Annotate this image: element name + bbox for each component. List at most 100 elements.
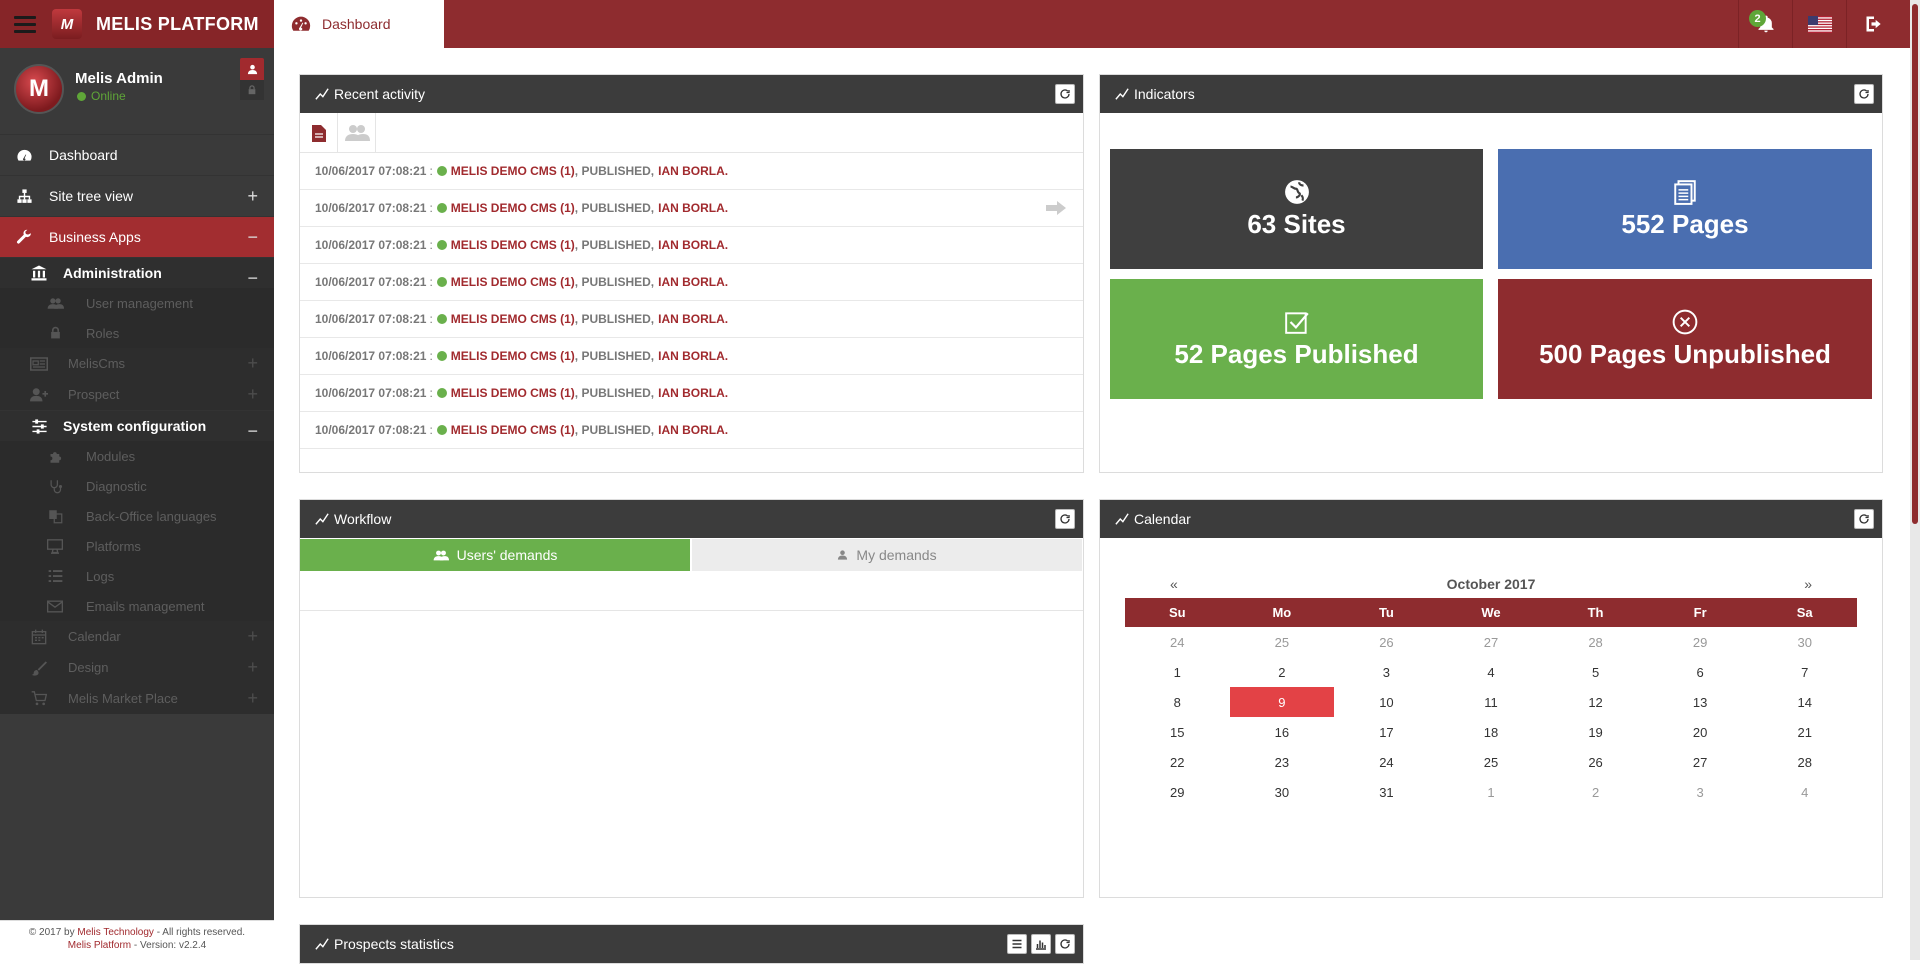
sidebar-item-meliscms[interactable]: MelisCms + [0,348,274,379]
calendar-day[interactable]: 16 [1230,717,1335,747]
activity-site-link[interactable]: MELIS DEMO CMS (1) [451,164,575,178]
notifications-button[interactable]: 2 [1738,0,1792,48]
scrollbar-thumb[interactable] [1912,4,1918,524]
expand-icon[interactable]: + [247,626,258,647]
activity-site-link[interactable]: MELIS DEMO CMS (1) [451,423,575,437]
collapse-icon[interactable]: − [247,421,258,442]
activity-row[interactable]: 10/06/2017 07:08:21: MELIS DEMO CMS (1), … [300,375,1083,412]
collapse-icon[interactable]: − [247,268,258,289]
language-flag-button[interactable] [1792,0,1846,48]
calendar-day[interactable]: 15 [1125,717,1230,747]
activity-user-link[interactable]: IAN BORLA. [658,423,728,437]
sidebar-item-business-apps[interactable]: Business Apps − [0,216,274,257]
calendar-day[interactable]: 25 [1230,627,1335,657]
expand-icon[interactable]: + [247,353,258,374]
user-profile-button[interactable] [240,58,264,80]
activity-user-link[interactable]: IAN BORLA. [658,164,728,178]
calendar-next-button[interactable]: » [1804,576,1812,592]
calendar-day[interactable]: 28 [1543,627,1648,657]
activity-row[interactable]: 10/06/2017 07:08:21: MELIS DEMO CMS (1), … [300,301,1083,338]
indicator-unpublished-tile[interactable]: 500 Pages Unpublished [1498,279,1872,399]
calendar-day[interactable]: 2 [1543,777,1648,807]
activity-site-link[interactable]: MELIS DEMO CMS (1) [451,238,575,252]
workflow-refresh-button[interactable] [1055,509,1075,529]
sidebar-item-diagnostic[interactable]: Diagnostic [0,471,274,501]
activity-site-link[interactable]: MELIS DEMO CMS (1) [451,312,575,326]
tab-my-demands[interactable]: My demands [692,539,1082,571]
activity-row[interactable]: 10/06/2017 07:08:21: MELIS DEMO CMS (1), … [300,412,1083,449]
activity-row[interactable]: 10/06/2017 07:08:21: MELIS DEMO CMS (1), … [300,338,1083,375]
calendar-day[interactable]: 25 [1439,747,1544,777]
calendar-day[interactable]: 23 [1230,747,1335,777]
calendar-refresh-button[interactable] [1854,509,1874,529]
calendar-day[interactable]: 27 [1648,747,1753,777]
calendar-day[interactable]: 3 [1648,777,1753,807]
calendar-day[interactable]: 29 [1125,777,1230,807]
calendar-day[interactable]: 2 [1230,657,1335,687]
calendar-day[interactable]: 24 [1125,627,1230,657]
calendar-prev-button[interactable]: « [1170,576,1178,592]
activity-user-link[interactable]: IAN BORLA. [658,312,728,326]
activity-user-link[interactable]: IAN BORLA. [658,201,728,215]
logout-button[interactable] [1846,0,1900,48]
calendar-day[interactable]: 4 [1439,657,1544,687]
sidebar-item-emails-management[interactable]: Emails management [0,591,274,621]
calendar-day-today[interactable]: 9 [1229,687,1335,717]
sidebar-item-prospect[interactable]: Prospect + [0,379,274,410]
calendar-day[interactable]: 24 [1334,747,1439,777]
indicator-published-tile[interactable]: 52 Pages Published [1110,279,1483,399]
prospects-chart-view-button[interactable] [1031,934,1051,954]
calendar-day[interactable]: 8 [1125,687,1230,717]
activity-user-link[interactable]: IAN BORLA. [658,275,728,289]
calendar-day[interactable]: 6 [1648,657,1753,687]
activity-site-link[interactable]: MELIS DEMO CMS (1) [451,386,575,400]
calendar-day[interactable]: 3 [1334,657,1439,687]
sidebar-item-system-configuration[interactable]: System configuration − [0,410,274,441]
sidebar-item-user-management[interactable]: User management [0,288,274,318]
sidebar-item-dashboard[interactable]: Dashboard [0,134,274,175]
calendar-day[interactable]: 20 [1648,717,1753,747]
calendar-day[interactable]: 18 [1439,717,1544,747]
sidebar-item-administration[interactable]: Administration − [0,257,274,288]
expand-icon[interactable]: + [247,657,258,678]
calendar-day[interactable]: 10 [1334,687,1439,717]
tab-users-demands[interactable]: Users' demands [300,539,690,571]
hamburger-menu-icon[interactable] [14,15,36,33]
avatar[interactable]: M [14,64,64,114]
calendar-day[interactable]: 11 [1439,687,1544,717]
activity-user-link[interactable]: IAN BORLA. [658,386,728,400]
prospects-refresh-button[interactable] [1055,934,1075,954]
tab-dashboard[interactable]: Dashboard [274,0,444,48]
calendar-day[interactable]: 30 [1230,777,1335,807]
calendar-day[interactable]: 31 [1334,777,1439,807]
activity-site-link[interactable]: MELIS DEMO CMS (1) [451,201,575,215]
sidebar-item-back-office-languages[interactable]: Back-Office languages [0,501,274,531]
page-scrollbar[interactable] [1910,0,1920,960]
collapse-icon[interactable]: − [247,227,258,248]
expand-icon[interactable]: + [247,688,258,709]
calendar-day[interactable]: 5 [1543,657,1648,687]
activity-site-link[interactable]: MELIS DEMO CMS (1) [451,275,575,289]
activity-user-link[interactable]: IAN BORLA. [658,238,728,252]
lock-screen-button[interactable] [240,80,264,100]
calendar-day[interactable]: 29 [1648,627,1753,657]
indicator-pages-tile[interactable]: 552 Pages [1498,149,1872,269]
prospects-list-view-button[interactable] [1007,934,1027,954]
calendar-day[interactable]: 28 [1752,747,1857,777]
arrow-right-icon[interactable] [1045,200,1067,216]
sidebar-item-calendar[interactable]: Calendar + [0,621,274,652]
calendar-day[interactable]: 22 [1125,747,1230,777]
activity-site-link[interactable]: MELIS DEMO CMS (1) [451,349,575,363]
expand-icon[interactable]: + [247,186,258,207]
calendar-day[interactable]: 7 [1752,657,1857,687]
calendar-day[interactable]: 26 [1543,747,1648,777]
calendar-day[interactable]: 1 [1125,657,1230,687]
sidebar-item-logs[interactable]: Logs [0,561,274,591]
sidebar-item-design[interactable]: Design + [0,652,274,683]
activity-row[interactable]: 10/06/2017 07:08:21: MELIS DEMO CMS (1), … [300,153,1083,190]
activity-row[interactable]: 10/06/2017 07:08:21: MELIS DEMO CMS (1), … [300,227,1083,264]
recent-activity-refresh-button[interactable] [1055,84,1075,104]
calendar-day[interactable]: 12 [1543,687,1648,717]
calendar-day[interactable]: 14 [1752,687,1857,717]
activity-row[interactable]: 10/06/2017 07:08:21: MELIS DEMO CMS (1), … [300,190,1083,227]
